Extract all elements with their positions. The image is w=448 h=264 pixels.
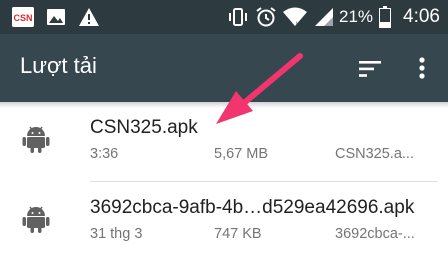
image-icon — [46, 8, 66, 26]
clock: 4:06 — [403, 6, 440, 27]
page-title: Lượt tải — [20, 53, 97, 78]
sort-icon — [359, 61, 381, 77]
file-name: CSN325.apk — [90, 117, 198, 138]
status-bar: CSN ! 21% 4:06 — [0, 0, 448, 34]
vibrate-icon — [227, 7, 249, 27]
more-options-button[interactable] — [410, 52, 434, 84]
file-size: 747 KB — [214, 226, 262, 242]
notification-icons: CSN — [12, 0, 100, 34]
list-item[interactable]: 3692cbca-9afb-4b…d529ea42696.apk 31 thg … — [0, 182, 448, 262]
app-bar: Lượt tải — [0, 34, 448, 102]
file-source: CSN325.a... — [335, 146, 414, 162]
file-size: 5,67 MB — [214, 146, 268, 162]
csn-app-icon: CSN — [12, 7, 34, 27]
sort-button[interactable] — [355, 54, 385, 84]
battery-percent: 21% — [338, 7, 374, 26]
downloads-list: CSN325.apk 3:36 5,67 MB CSN325.a... 3692… — [0, 102, 448, 264]
battery-icon — [379, 6, 392, 28]
csn-logo-text: CSN — [13, 13, 32, 23]
file-name: 3692cbca-9afb-4b…d529ea42696.apk — [90, 197, 415, 218]
list-item[interactable]: CSN325.apk 3:36 5,67 MB CSN325.a... — [0, 102, 448, 182]
more-vert-icon — [419, 57, 425, 79]
file-source: 3692cbca-... — [335, 226, 415, 242]
file-date: 31 thg 3 — [90, 226, 143, 242]
android-icon — [22, 126, 50, 153]
app-bar-shadow — [0, 102, 448, 108]
warning-icon — [78, 7, 100, 27]
wifi-icon: ! — [282, 7, 307, 27]
alarm-icon — [255, 6, 277, 28]
signal-icon — [313, 7, 335, 27]
file-date: 3:36 — [90, 146, 119, 162]
android-icon — [22, 206, 50, 233]
system-icons: ! 21% 4:06 — [227, 0, 440, 34]
